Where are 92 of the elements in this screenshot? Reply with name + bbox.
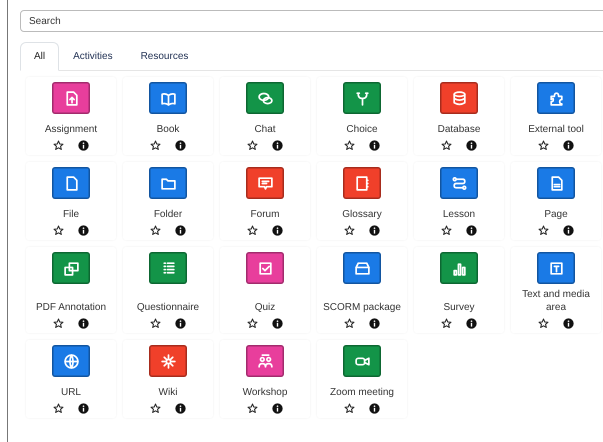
- module-name: File: [62, 208, 80, 221]
- search-field[interactable]: Search: [20, 10, 603, 32]
- module-name: Forum: [250, 208, 280, 221]
- info-icon[interactable]: [175, 140, 186, 151]
- info-icon[interactable]: [466, 318, 477, 329]
- module-card[interactable]: Page: [511, 162, 601, 240]
- info-icon[interactable]: [466, 225, 477, 236]
- tab[interactable]: Activities: [59, 42, 127, 71]
- star-icon[interactable]: [441, 140, 452, 151]
- star-icon[interactable]: [247, 225, 258, 236]
- module-card[interactable]: Database: [414, 77, 504, 155]
- info-icon[interactable]: [78, 225, 89, 236]
- module-name: Folder: [154, 208, 182, 221]
- info-icon[interactable]: [175, 403, 186, 414]
- module-card[interactable]: Wiki: [123, 340, 213, 418]
- module-card[interactable]: Glossary: [317, 162, 407, 240]
- tab[interactable]: All: [20, 42, 60, 71]
- star-icon[interactable]: [344, 403, 355, 414]
- module-card[interactable]: Questionnaire: [123, 247, 213, 333]
- info-icon[interactable]: [563, 140, 574, 151]
- star-icon[interactable]: [247, 318, 258, 329]
- info-icon[interactable]: [369, 225, 380, 236]
- info-icon[interactable]: [369, 403, 380, 414]
- module-name: Zoom meeting: [330, 386, 394, 399]
- module-name: Wiki: [158, 386, 178, 399]
- star-icon[interactable]: [538, 225, 549, 236]
- star-icon[interactable]: [538, 318, 549, 329]
- module-name: Workshop: [242, 386, 288, 399]
- info-icon[interactable]: [272, 140, 283, 151]
- module-card[interactable]: Text and media area: [511, 247, 601, 333]
- star-icon[interactable]: [441, 225, 452, 236]
- module-name: Database: [438, 123, 480, 136]
- star-icon[interactable]: [53, 140, 64, 151]
- star-icon[interactable]: [150, 225, 161, 236]
- star-icon[interactable]: [150, 318, 161, 329]
- info-icon[interactable]: [563, 225, 574, 236]
- module-card[interactable]: Chat: [220, 77, 310, 155]
- star-icon[interactable]: [538, 140, 549, 151]
- module-card[interactable]: Assignment: [26, 77, 116, 155]
- star-icon[interactable]: [344, 225, 355, 236]
- module-card[interactable]: Zoom meeting: [317, 340, 407, 418]
- module-name: Choice: [346, 123, 378, 136]
- star-icon[interactable]: [247, 140, 258, 151]
- module-card[interactable]: Quiz: [220, 247, 310, 333]
- info-icon[interactable]: [466, 140, 477, 151]
- info-icon[interactable]: [175, 318, 186, 329]
- module-card[interactable]: Survey: [414, 247, 504, 333]
- module-name: URL: [60, 386, 81, 399]
- module-name: External tool: [528, 123, 584, 136]
- module-name: Page: [544, 208, 568, 221]
- module-card[interactable]: Workshop: [220, 340, 310, 418]
- star-icon[interactable]: [344, 140, 355, 151]
- module-card[interactable]: File: [26, 162, 116, 240]
- star-icon[interactable]: [344, 318, 355, 329]
- info-icon[interactable]: [272, 225, 283, 236]
- star-icon[interactable]: [150, 140, 161, 151]
- module-name: PDF Annotation: [36, 301, 106, 314]
- module-name: SCORM package: [323, 301, 401, 314]
- module-card[interactable]: Choice: [317, 77, 407, 155]
- star-icon[interactable]: [247, 403, 258, 414]
- info-icon[interactable]: [369, 318, 380, 329]
- info-icon[interactable]: [175, 225, 186, 236]
- info-icon[interactable]: [78, 140, 89, 151]
- module-name: Chat: [254, 123, 276, 136]
- module-name: Lesson: [442, 208, 476, 221]
- module-name: Glossary: [342, 208, 382, 221]
- star-icon[interactable]: [53, 225, 64, 236]
- module-card[interactable]: Forum: [220, 162, 310, 240]
- info-icon[interactable]: [78, 403, 89, 414]
- module-name: Survey: [443, 301, 475, 314]
- module-card[interactable]: Book: [123, 77, 213, 155]
- module-name: Quiz: [254, 301, 276, 314]
- module-card[interactable]: SCORM package: [317, 247, 407, 333]
- info-icon[interactable]: [272, 318, 283, 329]
- module-name: Questionnaire: [136, 301, 200, 314]
- info-icon[interactable]: [78, 318, 89, 329]
- star-icon[interactable]: [441, 318, 452, 329]
- module-name: Assignment: [44, 123, 98, 136]
- info-icon[interactable]: [369, 140, 380, 151]
- info-icon[interactable]: [272, 403, 283, 414]
- tab[interactable]: Resources: [126, 42, 202, 71]
- module-name: Book: [156, 123, 180, 136]
- module-card[interactable]: URL: [26, 340, 116, 418]
- module-card[interactable]: PDF Annotation: [26, 247, 116, 333]
- star-icon[interactable]: [53, 403, 64, 414]
- module-card[interactable]: Folder: [123, 162, 213, 240]
- module-name: Text and media area: [521, 288, 591, 314]
- module-card[interactable]: Lesson: [414, 162, 504, 240]
- module-card[interactable]: External tool: [511, 77, 601, 155]
- star-icon[interactable]: [150, 403, 161, 414]
- info-icon[interactable]: [563, 318, 574, 329]
- star-icon[interactable]: [53, 318, 64, 329]
